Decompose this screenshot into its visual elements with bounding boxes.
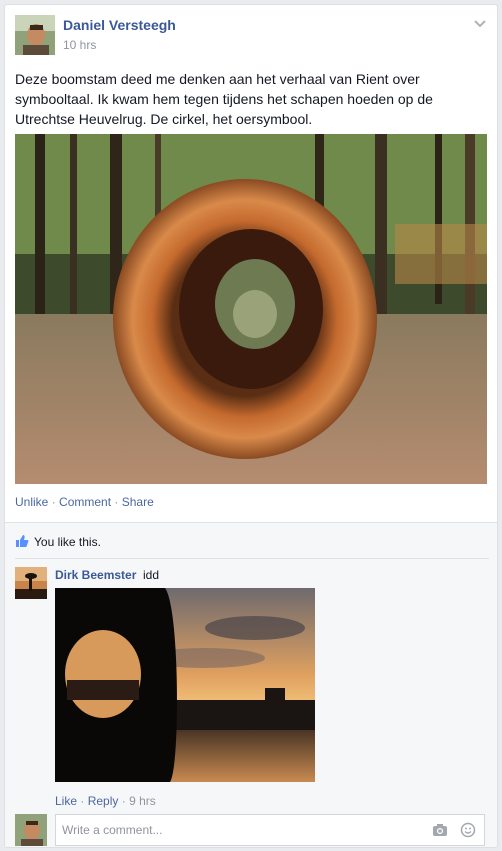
post-header: Daniel Versteegh 10 hrs (5, 5, 497, 63)
chevron-down-icon[interactable] (473, 17, 487, 31)
post-timestamp[interactable]: 10 hrs (63, 38, 96, 52)
separator: · (51, 495, 56, 509)
post-actions: Unlike · Comment · Share (15, 495, 154, 509)
comment-text: idd (143, 568, 160, 582)
comment-actions: Like · Reply · 9 hrs (55, 794, 156, 808)
comment-like-link[interactable]: Like (55, 794, 77, 808)
comment-link[interactable]: Comment (59, 495, 111, 509)
post-author-name[interactable]: Daniel Versteegh (63, 17, 176, 33)
likes-text: You like this. (34, 535, 101, 549)
post-photo[interactable] (15, 134, 487, 484)
comment-composer[interactable] (55, 814, 485, 846)
camera-icon[interactable] (432, 823, 448, 837)
likes-summary: You like this. (15, 533, 489, 559)
unlike-link[interactable]: Unlike (15, 495, 48, 509)
post-card: Daniel Versteegh 10 hrs Deze boomstam de… (4, 4, 498, 848)
commenter-avatar[interactable] (15, 567, 47, 599)
current-user-avatar (15, 814, 47, 846)
smiley-icon[interactable] (460, 822, 476, 838)
comment-author-name[interactable]: Dirk Beemster (55, 568, 136, 582)
thumbs-up-icon (16, 535, 29, 547)
separator: · (121, 794, 126, 808)
comment-timestamp[interactable]: 9 hrs (129, 794, 156, 808)
comment-input[interactable] (62, 823, 422, 837)
separator: · (114, 495, 119, 509)
author-avatar[interactable] (15, 15, 55, 55)
feedback-section: You like this. Dirk Beemster idd Like · … (5, 522, 497, 847)
share-link[interactable]: Share (122, 495, 154, 509)
comment-reply-link[interactable]: Reply (88, 794, 119, 808)
separator: · (80, 794, 85, 808)
post-message: Deze boomstam deed me denken aan het ver… (15, 71, 433, 127)
comment-photo[interactable] (55, 588, 315, 782)
